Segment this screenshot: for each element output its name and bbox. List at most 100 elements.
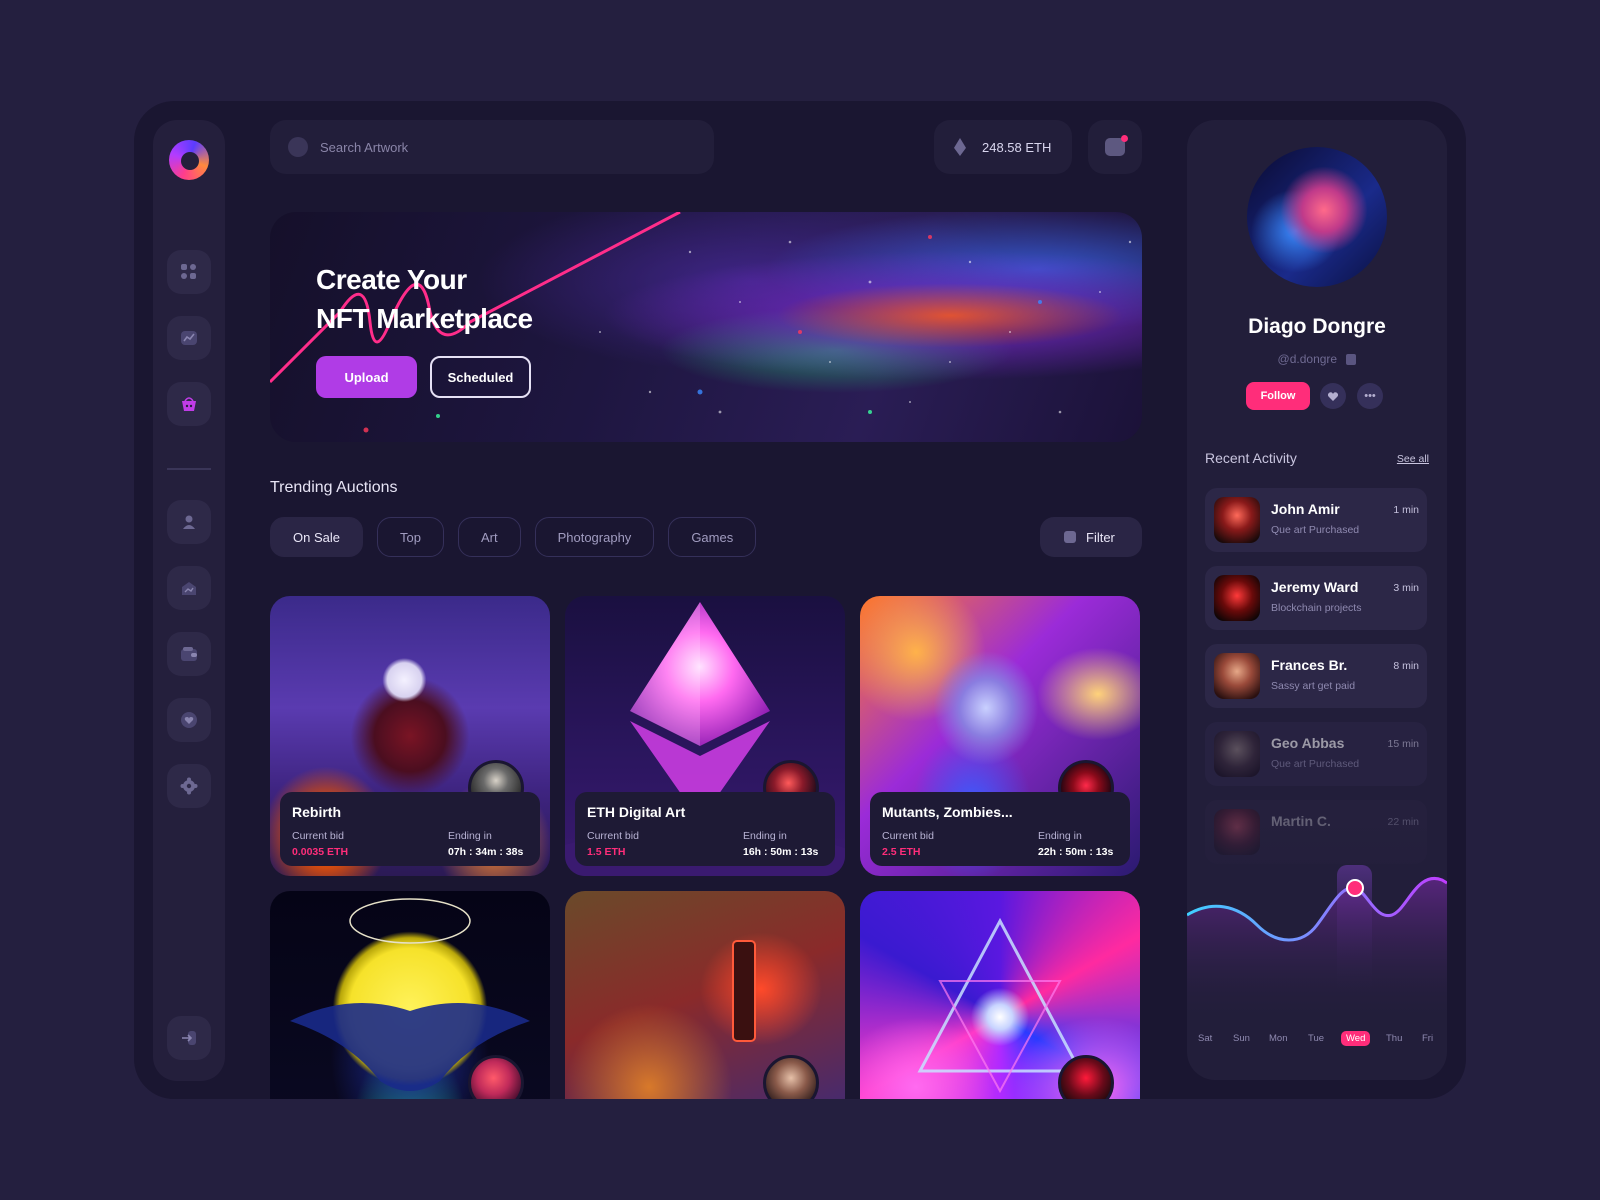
category-tabs: On Sale Top Art Photography Games: [270, 517, 757, 557]
search-bar[interactable]: Search Artwork: [270, 120, 714, 174]
activity-desc: Que art Purchased: [1271, 524, 1360, 536]
chart-box-icon[interactable]: [167, 566, 211, 610]
activity-avatar: [1214, 497, 1260, 543]
logout-icon[interactable]: [167, 1016, 211, 1060]
current-bid-label: Current bid: [882, 830, 934, 842]
notification-dot: [1121, 135, 1128, 142]
hero-title-line-1: Create Your: [316, 264, 467, 295]
activity-time: 15 min: [1387, 738, 1419, 750]
activity-item[interactable]: Geo Abbas Que art Purchased 15 min: [1205, 722, 1427, 786]
nft-card-neon-star[interactable]: [860, 891, 1140, 1099]
tab-art[interactable]: Art: [457, 517, 521, 557]
activity-name: Geo Abbas: [1271, 735, 1345, 751]
activity-desc: Sassy art get paid: [1271, 680, 1356, 692]
day-label-thu[interactable]: Thu: [1386, 1033, 1402, 1044]
profile-handle-text: @d.dongre: [1277, 352, 1338, 366]
more-options-button[interactable]: •••: [1357, 383, 1383, 409]
current-bid-label: Current bid: [292, 830, 344, 842]
heart-icon[interactable]: [167, 698, 211, 742]
day-label-fri[interactable]: Fri: [1422, 1033, 1433, 1044]
follow-button[interactable]: Follow: [1246, 382, 1310, 410]
tab-photography[interactable]: Photography: [534, 517, 655, 557]
activity-desc: Que art Purchased: [1271, 758, 1360, 770]
current-bid-value: 1.5 ETH: [587, 846, 626, 858]
profile-handle: @d.dongre: [1187, 352, 1447, 366]
see-all-link[interactable]: See all: [1397, 453, 1429, 465]
app-window: Search Artwork 248.58 ETH Create Your NF…: [134, 101, 1466, 1099]
filter-icon: [1064, 531, 1076, 543]
activity-name: Frances Br.: [1271, 657, 1348, 673]
upload-button[interactable]: Upload: [316, 356, 417, 398]
like-button[interactable]: [1320, 383, 1346, 409]
activity-time: 3 min: [1393, 582, 1419, 594]
trending-auctions-title: Trending Auctions: [270, 479, 398, 496]
hero-title: Create Your NFT Marketplace: [316, 260, 636, 338]
day-label-sun[interactable]: Sun: [1233, 1033, 1250, 1044]
activity-chart: [1187, 865, 1447, 1025]
day-label-tue[interactable]: Tue: [1308, 1033, 1324, 1044]
wallet-balance-value: 248.58 ETH: [982, 139, 1052, 155]
day-label-sat[interactable]: Sat: [1198, 1033, 1212, 1044]
ending-in-value: 07h : 34m : 38s: [448, 846, 524, 858]
profile-panel: Diago Dongre @d.dongre Follow ••• Recent…: [1187, 120, 1447, 1080]
nft-card-mutants-zombies[interactable]: Mutants, Zombies... Current bid 2.5 ETH …: [860, 596, 1140, 876]
activity-avatar: [1214, 653, 1260, 699]
sidebar-divider: [167, 468, 211, 470]
nft-card-moon-moth[interactable]: [270, 891, 550, 1099]
heart-icon: [1327, 391, 1339, 401]
current-bid-value: 2.5 ETH: [882, 846, 921, 858]
activity-item[interactable]: Jeremy Ward Blockchain projects 3 min: [1205, 566, 1427, 630]
hero-banner: Create Your NFT Marketplace Upload Sched…: [270, 212, 1142, 442]
current-bid-label: Current bid: [587, 830, 639, 842]
tab-top[interactable]: Top: [376, 517, 444, 557]
wallet-balance[interactable]: 248.58 ETH: [934, 120, 1072, 174]
settings-gear-icon[interactable]: [167, 764, 211, 808]
ending-in-label: Ending in: [743, 830, 787, 842]
profile-avatar[interactable]: [1247, 147, 1387, 287]
activity-item[interactable]: John Amir Que art Purchased 1 min: [1205, 488, 1427, 552]
ending-in-value: 22h : 50m : 13s: [1038, 846, 1114, 858]
nft-card-info: ETH Digital Art Current bid 1.5 ETH Endi…: [575, 792, 835, 866]
tab-on-sale[interactable]: On Sale: [270, 517, 363, 557]
nft-card-rebirth[interactable]: Rebirth Current bid 0.0035 ETH Ending in…: [270, 596, 550, 876]
tab-games[interactable]: Games: [668, 517, 757, 557]
brand-logo[interactable]: [169, 140, 209, 180]
sidebar: [153, 120, 225, 1081]
analytics-icon[interactable]: [167, 316, 211, 360]
activity-time: 8 min: [1393, 660, 1419, 672]
hero-title-line-2: NFT Marketplace: [316, 303, 533, 334]
nft-name: ETH Digital Art: [587, 804, 686, 820]
day-label-mon[interactable]: Mon: [1269, 1033, 1287, 1044]
filter-label: Filter: [1086, 529, 1115, 545]
ethereum-icon: [954, 138, 966, 156]
activity-name: John Amir: [1271, 501, 1340, 517]
activity-item[interactable]: Frances Br. Sassy art get paid 8 min: [1205, 644, 1427, 708]
wallet-icon[interactable]: [167, 632, 211, 676]
profile-name: Diago Dongre: [1248, 315, 1386, 338]
ending-in-label: Ending in: [1038, 830, 1082, 842]
user-icon[interactable]: [167, 500, 211, 544]
recent-activity-title: Recent Activity: [1205, 450, 1297, 466]
ending-in-label: Ending in: [448, 830, 492, 842]
activity-avatar: [1214, 731, 1260, 777]
ending-in-value: 16h : 50m : 13s: [743, 846, 819, 858]
nft-card-eth-digital-art[interactable]: ETH Digital Art Current bid 1.5 ETH Endi…: [565, 596, 845, 876]
copy-icon[interactable]: [1346, 354, 1357, 366]
shop-basket-icon[interactable]: [167, 382, 211, 426]
more-dots-icon: •••: [1364, 390, 1376, 402]
search-input[interactable]: Search Artwork: [320, 140, 408, 155]
day-axis: Sat Sun Mon Tue Wed Thu Fri: [1187, 1031, 1447, 1053]
current-bid-value: 0.0035 ETH: [292, 846, 349, 858]
filter-button[interactable]: Filter: [1040, 517, 1142, 557]
dashboard-icon[interactable]: [167, 250, 211, 294]
day-label-wed[interactable]: Wed: [1341, 1031, 1371, 1046]
nft-card-street[interactable]: [565, 891, 845, 1099]
activity-time: 1 min: [1393, 504, 1419, 516]
scheduled-button[interactable]: Scheduled: [430, 356, 531, 398]
activity-desc: Blockchain projects: [1271, 602, 1362, 614]
chart-marker[interactable]: [1346, 879, 1364, 897]
nft-name: Mutants, Zombies...: [882, 804, 1013, 820]
nft-name: Rebirth: [292, 804, 341, 820]
notifications-button[interactable]: [1088, 120, 1142, 174]
activity-name: Jeremy Ward: [1271, 579, 1359, 595]
